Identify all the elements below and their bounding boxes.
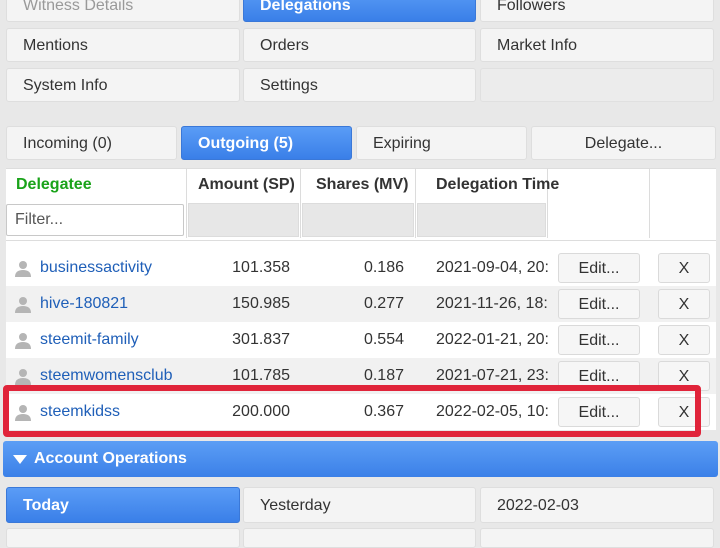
tab-yesterday[interactable]: Yesterday	[243, 487, 476, 523]
filter-cell-shares	[302, 203, 414, 237]
nav-witness-details[interactable]: Witness Details	[6, 0, 240, 22]
nav-settings[interactable]: Settings	[243, 68, 476, 102]
tab-today[interactable]: Today	[6, 487, 240, 523]
amount-value: 150.985	[232, 295, 290, 312]
edit-button[interactable]: Edit...	[558, 289, 640, 319]
delegatee-link[interactable]: steemit-family	[40, 322, 188, 358]
tab-date[interactable]: 2022-02-03	[480, 487, 714, 523]
account-operations-header[interactable]: Account Operations	[3, 441, 718, 477]
nav-market-info[interactable]: Market Info	[480, 28, 714, 62]
edit-button[interactable]: Edit...	[558, 253, 640, 283]
column-header-amount[interactable]: Amount (SP)	[198, 170, 295, 200]
shares-value: 0.277	[363, 295, 404, 312]
delegatee-link[interactable]: hive-180821	[40, 286, 188, 322]
tab-outgoing[interactable]: Outgoing (5)	[181, 126, 352, 160]
partial-button-left[interactable]	[6, 528, 240, 548]
user-icon	[14, 260, 32, 278]
nav-followers[interactable]: Followers	[480, 0, 714, 22]
table-row: steemit-family 301.837 0.554 2022-01-21,…	[6, 322, 716, 358]
partial-button-right[interactable]	[480, 528, 714, 548]
filter-cell-amount	[188, 203, 299, 237]
amount-value: 301.837	[232, 331, 290, 348]
nav-orders[interactable]: Orders	[243, 28, 476, 62]
column-header-delegation-time[interactable]: Delegation Time	[436, 170, 559, 200]
nav-system-info[interactable]: System Info	[6, 68, 240, 102]
column-header-delegatee[interactable]: Delegatee	[16, 170, 92, 200]
column-header-shares[interactable]: Shares (MV)	[316, 170, 408, 200]
amount-value: 101.358	[232, 259, 290, 276]
account-operations-title: Account Operations	[34, 450, 187, 467]
tab-expiring[interactable]: Expiring	[356, 126, 527, 160]
nav-empty-slot	[480, 68, 714, 102]
delegation-time-value: 2021-09-04, 20:	[436, 259, 548, 276]
delegation-time-value: 2022-01-21, 20:	[436, 331, 548, 348]
tab-incoming[interactable]: Incoming (0)	[6, 126, 177, 160]
shares-value: 0.554	[363, 331, 404, 348]
delegatee-link[interactable]: businessactivity	[40, 250, 188, 286]
user-icon	[14, 296, 32, 314]
table-row: hive-180821 150.985 0.277 2021-11-26, 18…	[6, 286, 716, 322]
shares-value: 0.186	[363, 259, 404, 276]
remove-button[interactable]: X	[658, 253, 710, 283]
edit-button[interactable]: Edit...	[558, 325, 640, 355]
remove-button[interactable]: X	[658, 289, 710, 319]
table-row: businessactivity 101.358 0.186 2021-09-0…	[6, 250, 716, 286]
user-icon	[14, 368, 32, 386]
nav-delegations[interactable]: Delegations	[243, 0, 476, 22]
filter-cell-time	[417, 203, 546, 237]
delegation-time-value: 2021-11-26, 18:	[436, 295, 548, 312]
user-icon	[14, 332, 32, 350]
delegate-button[interactable]: Delegate...	[531, 126, 716, 160]
highlight-box	[3, 385, 701, 437]
delegatee-filter-input[interactable]	[6, 204, 184, 236]
triangle-down-icon	[13, 455, 27, 464]
partial-button-middle[interactable]	[243, 528, 476, 548]
remove-button[interactable]: X	[658, 325, 710, 355]
nav-mentions[interactable]: Mentions	[6, 28, 240, 62]
